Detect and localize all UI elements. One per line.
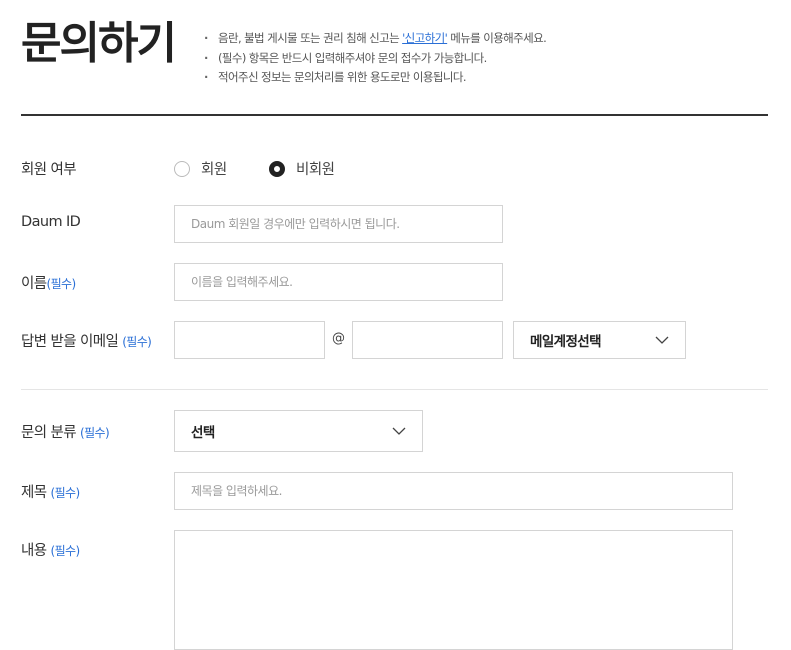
notice-item: 음란, 불법 게시물 또는 권리 침해 신고는 '신고하기' 메뉴를 이용해주세… [203, 29, 547, 49]
chevron-down-icon [392, 427, 406, 435]
content-label: 내용 (필수) [21, 539, 80, 560]
required-mark: (필수) [46, 277, 76, 291]
required-mark: (필수) [50, 544, 81, 558]
required-mark: (필수) [122, 335, 152, 349]
name-input[interactable] [174, 263, 503, 301]
required-mark: (필수) [50, 486, 81, 500]
category-select[interactable]: 선택 [174, 410, 423, 452]
email-label: 답변 받을 이메일 (필수) [21, 330, 152, 351]
email-label-text: 답변 받을 이메일 [21, 334, 119, 350]
name-label: 이름(필수) [21, 272, 76, 293]
radio-nonmember[interactable]: 비회원 [269, 158, 335, 179]
email-domain-select[interactable]: 메일계정선택 [513, 321, 686, 359]
page-title: 문의하기 [21, 18, 177, 69]
radio-member-circle[interactable] [174, 160, 190, 177]
section-divider [21, 389, 768, 390]
radio-nonmember-label[interactable]: 비회원 [296, 158, 335, 179]
subject-label-text: 제목 [21, 485, 47, 501]
email-domain-select-label[interactable]: 메일계정선택 [530, 330, 602, 350]
email-local-input[interactable] [174, 321, 325, 359]
subject-label: 제목 (필수) [21, 481, 80, 502]
chevron-down-icon [655, 336, 669, 344]
notice-item: (필수) 항목은 반드시 입력해주셔야 문의 접수가 가능합니다. [203, 49, 546, 69]
notice-text: 적어주신 정보는 문의처리를 위한 용도로만 이용됩니다. [218, 70, 466, 84]
notice-text: 음란, 불법 게시물 또는 권리 침해 신고는 [218, 31, 403, 45]
category-select-label[interactable]: 선택 [191, 421, 215, 441]
email-at-sign: @ [332, 331, 345, 346]
email-domain-input[interactable] [352, 321, 503, 359]
report-link[interactable]: '신고하기' [402, 31, 448, 45]
radio-member-label[interactable]: 회원 [201, 158, 227, 179]
daum-id-label: Daum ID [21, 214, 81, 230]
subject-input[interactable] [174, 472, 733, 510]
category-label-text: 문의 분류 [21, 425, 77, 441]
content-textarea[interactable] [174, 530, 733, 650]
required-mark: (필수) [80, 426, 110, 440]
membership-label: 회원 여부 [21, 162, 77, 178]
radio-nonmember-circle[interactable] [269, 160, 285, 177]
notice-text: (필수) 항목은 반드시 입력해주셔야 문의 접수가 가능합니다. [218, 50, 487, 65]
daum-id-input[interactable] [174, 205, 503, 243]
notice-list: 음란, 불법 게시물 또는 권리 침해 신고는 '신고하기' 메뉴를 이용해주세… [203, 29, 547, 88]
name-label-text: 이름 [21, 276, 47, 292]
notice-text: 메뉴를 이용해주세요. [447, 31, 547, 45]
content-label-text: 내용 [21, 543, 47, 559]
title-divider [21, 114, 768, 116]
notice-item: 적어주신 정보는 문의처리를 위한 용도로만 이용됩니다. [203, 68, 546, 88]
radio-member[interactable]: 회원 [174, 158, 227, 179]
category-label: 문의 분류 (필수) [21, 421, 110, 442]
